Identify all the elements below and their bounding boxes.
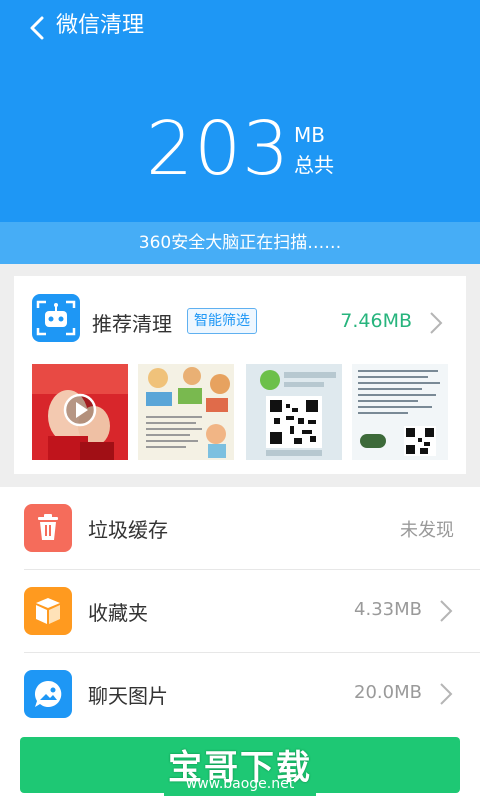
video-thumbnail[interactable] <box>32 364 128 460</box>
image-thumbnail[interactable] <box>138 364 234 460</box>
chevron-right-icon <box>440 683 453 705</box>
image-thumbnail[interactable] <box>352 364 448 460</box>
list-item-value: 未发现 <box>400 520 454 541</box>
recommend-card[interactable]: 推荐清理 智能筛选 7.46MB <box>14 276 466 474</box>
back-arrow-icon[interactable] <box>20 10 56 46</box>
box-icon <box>24 587 72 635</box>
image-thumbnail[interactable] <box>246 364 342 460</box>
chevron-right-icon <box>430 312 443 334</box>
header: 微信清理 203 MB 总共 <box>0 0 480 222</box>
total-size-unit: MB <box>294 123 325 147</box>
list-item-value: 4.33MB <box>354 599 422 620</box>
recommend-title: 推荐清理 <box>92 312 172 336</box>
recommend-size: 7.46MB <box>340 310 412 332</box>
page-title: 微信清理 <box>56 13 145 38</box>
robot-icon <box>32 294 80 342</box>
total-size-value: 203 <box>146 106 291 192</box>
list-item-favorites[interactable]: 收藏夹 4.33MB <box>0 570 480 652</box>
trash-icon <box>24 504 72 552</box>
chevron-right-icon <box>440 600 453 622</box>
image-chat-icon <box>24 670 72 718</box>
thumbnail-strip <box>32 364 448 460</box>
smart-filter-badge: 智能筛选 <box>187 308 257 334</box>
list-item-junk-cache[interactable]: 垃圾缓存 未发现 <box>0 487 480 569</box>
list-item-label: 垃圾缓存 <box>88 518 168 542</box>
list-item-value: 20.0MB <box>354 682 422 703</box>
total-size-label: 总共 <box>294 153 334 177</box>
list-item-label: 收藏夹 <box>88 601 148 625</box>
list-item-label: 聊天图片 <box>88 684 168 708</box>
list-item-chat-images[interactable]: 聊天图片 20.0MB <box>0 653 480 735</box>
watermark-logo: 宝哥下载 www.baoge.net <box>164 740 316 796</box>
scan-status: 360安全大脑正在扫描…… <box>0 222 480 264</box>
watermark-url: www.baoge.net <box>185 776 295 792</box>
